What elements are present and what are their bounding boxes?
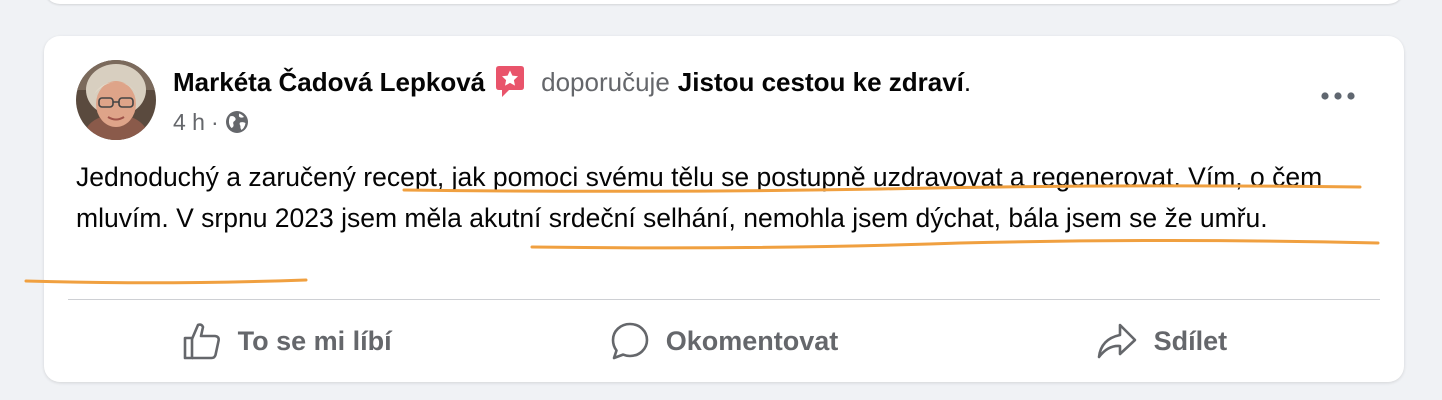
share-arrow-icon xyxy=(1097,323,1136,359)
author-name[interactable]: Markéta Čadová Lepková xyxy=(173,67,485,98)
recommends-verb: doporučuje xyxy=(541,66,670,97)
recommend-star-icon xyxy=(493,65,527,99)
like-button[interactable]: To se mi líbí xyxy=(68,300,505,382)
avatar[interactable] xyxy=(76,60,156,140)
share-button[interactable]: Sdílet xyxy=(943,300,1380,382)
post-timestamp[interactable]: 4 h xyxy=(173,109,205,136)
post-header: Markéta Čadová Lepková doporučuje Jistou… xyxy=(173,65,971,99)
comment-bubble-icon xyxy=(611,322,649,360)
more-options-icon xyxy=(1321,92,1355,100)
like-label: To se mi líbí xyxy=(237,325,392,356)
post-meta: 4 h · xyxy=(173,107,249,137)
share-label: Sdílet xyxy=(1153,325,1228,356)
previous-post-card xyxy=(44,0,1404,4)
post-actions: To se mi líbí Okomentovat Sdílet xyxy=(68,300,1380,382)
post-card: Markéta Čadová Lepková doporučuje Jistou… xyxy=(44,36,1404,382)
comment-label: Okomentovat xyxy=(665,325,839,356)
more-options-button[interactable] xyxy=(1318,81,1358,111)
globe-icon[interactable] xyxy=(225,110,249,134)
post-text: Jednoduchý a zaručený recept, jak pomoci… xyxy=(76,162,1323,233)
thumbs-up-icon xyxy=(183,323,220,360)
comment-button[interactable]: Okomentovat xyxy=(505,300,942,382)
page-name-link[interactable]: Jistou cestou ke zdraví xyxy=(678,67,964,98)
meta-separator: · xyxy=(210,108,219,135)
page-name-suffix: . xyxy=(963,66,972,97)
